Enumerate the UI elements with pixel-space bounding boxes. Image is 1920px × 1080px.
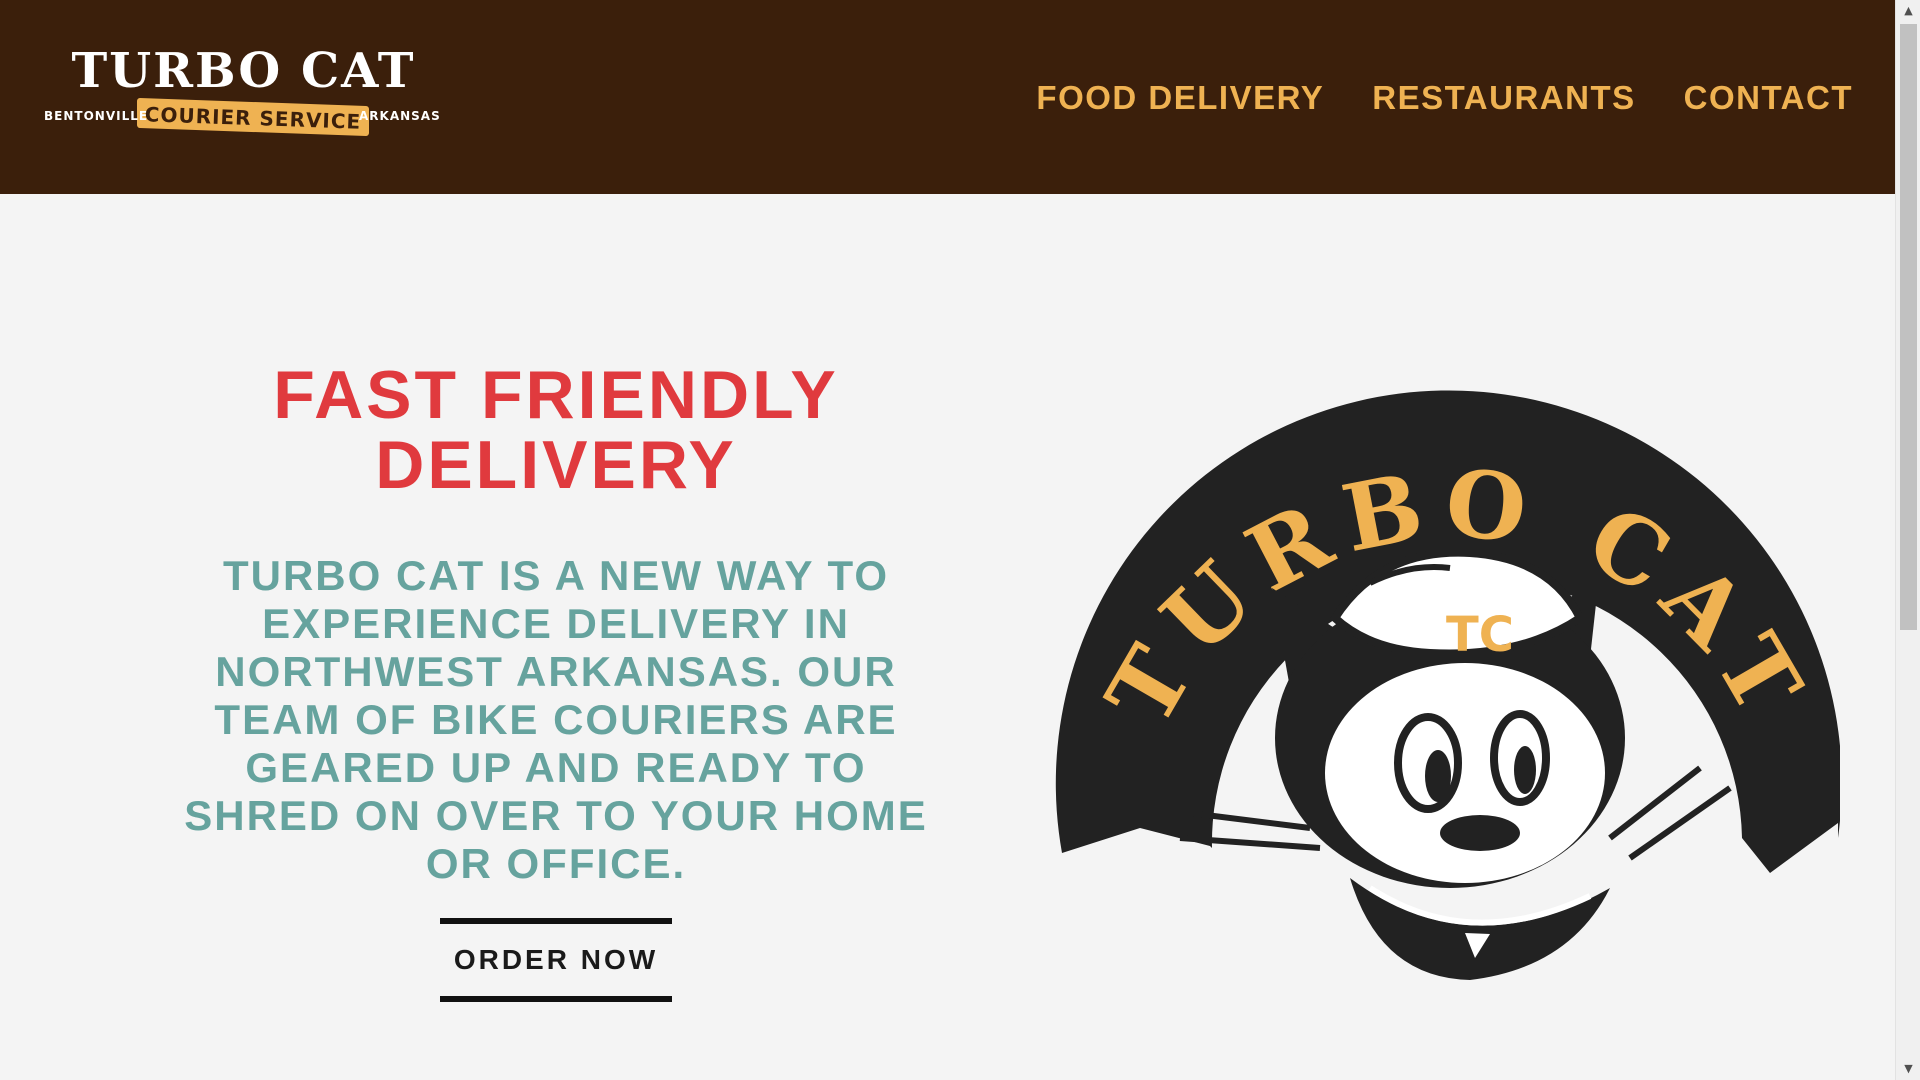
scroll-down-icon[interactable]: ▼ xyxy=(1896,1058,1920,1080)
hero-content: FAST FRIENDLY DELIVERY TURBO CAT IS A NE… xyxy=(150,360,962,1002)
logo-state: ARKANSAS xyxy=(359,109,441,123)
main-nav: FOOD DELIVERY RESTAURANTS CONTACT xyxy=(1036,76,1853,120)
site-header: TURBO CAT COURIER SERVICE BENTONVILLE AR… xyxy=(0,0,1895,194)
site-logo[interactable]: TURBO CAT COURIER SERVICE BENTONVILLE AR… xyxy=(17,46,470,138)
nav-contact[interactable]: CONTACT xyxy=(1684,76,1853,120)
nav-food-delivery[interactable]: FOOD DELIVERY xyxy=(1036,76,1324,120)
logo-title: TURBO CAT xyxy=(71,43,416,99)
cap-logo-text: TC xyxy=(1446,607,1514,663)
hero-description: TURBO CAT IS A NEW WAY TO EXPERIENCE DEL… xyxy=(184,552,928,887)
vertical-scrollbar[interactable]: ▲ ▼ xyxy=(1895,0,1920,1080)
order-now-button[interactable]: ORDER NOW xyxy=(440,918,672,1002)
page: TURBO CAT COURIER SERVICE BENTONVILLE AR… xyxy=(0,0,1895,1080)
logo-city: BENTONVILLE xyxy=(44,109,149,123)
scroll-up-icon[interactable]: ▲ xyxy=(1896,0,1920,22)
hero-title: FAST FRIENDLY DELIVERY xyxy=(273,357,839,503)
turbo-cat-badge: TURBO CAT TC xyxy=(1050,368,1842,988)
turbo-cat-badge-icon: TURBO CAT TC xyxy=(1055,390,1842,980)
scrollbar-thumb[interactable] xyxy=(1900,24,1917,630)
nav-restaurants[interactable]: RESTAURANTS xyxy=(1372,76,1635,120)
